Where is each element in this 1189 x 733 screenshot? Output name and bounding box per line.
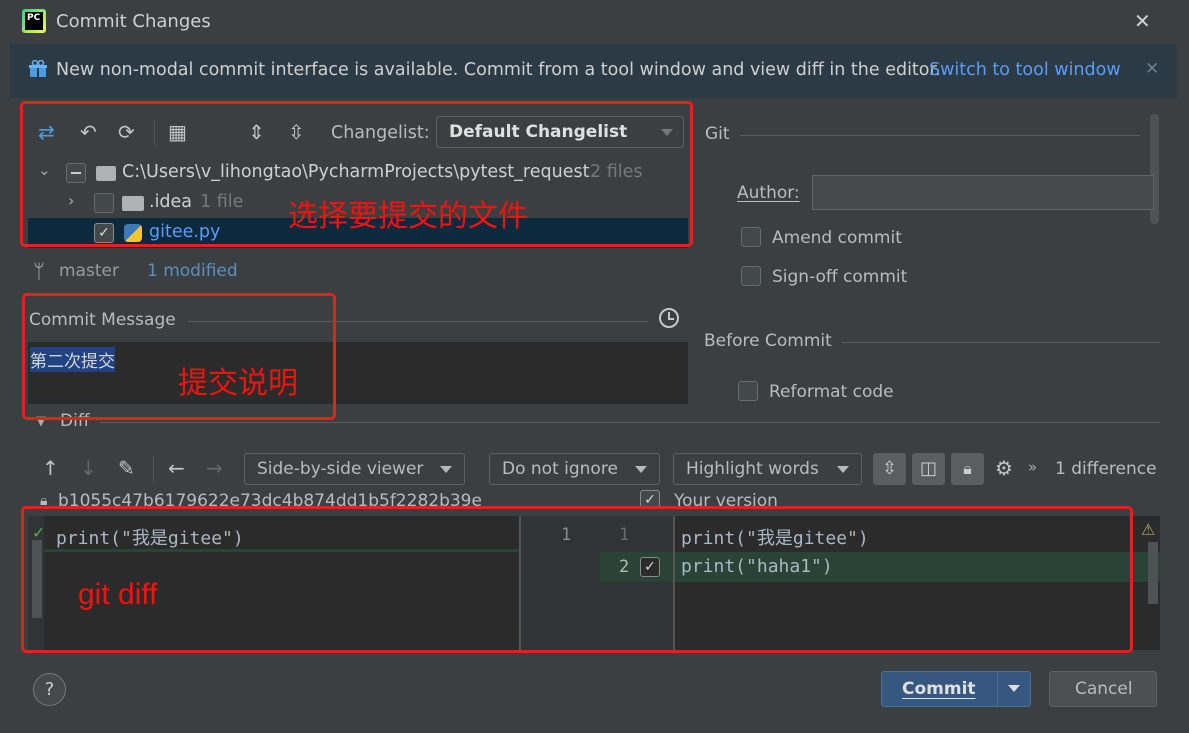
gear-icon[interactable]: ⚙ xyxy=(995,456,1013,480)
banner-close-icon[interactable]: ✕ xyxy=(1145,59,1159,79)
right-scrollbar-diff[interactable] xyxy=(1148,542,1158,604)
reformat-checkbox[interactable] xyxy=(738,381,758,401)
more-icon[interactable]: » xyxy=(1028,458,1037,476)
annotation-select-files: 选择要提交的文件 xyxy=(288,199,528,234)
signoff-label[interactable]: Sign-off commit xyxy=(772,267,907,287)
highlight-select[interactable]: Highlight words xyxy=(673,453,862,485)
collapse-unchanged-icon[interactable]: ⇳ xyxy=(873,453,906,485)
cancel-button[interactable]: Cancel xyxy=(1049,671,1157,707)
close-icon[interactable]: ✕ xyxy=(1134,9,1151,33)
help-button[interactable]: ? xyxy=(33,673,66,706)
branch-name: master xyxy=(59,261,119,281)
switch-to-tool-window-link[interactable]: Switch to tool window xyxy=(929,60,1121,80)
annotation-box-diff xyxy=(21,506,1133,653)
banner-text: New non-modal commit interface is availa… xyxy=(56,60,941,80)
lock-icon[interactable]: 🔒︎ xyxy=(951,453,984,485)
history-icon[interactable] xyxy=(659,308,679,328)
signoff-checkbox[interactable] xyxy=(741,266,761,286)
commit-button-label: Commit xyxy=(902,679,976,699)
annotation-commit-desc: 提交说明 xyxy=(178,366,298,401)
commit-button[interactable]: Commit xyxy=(881,671,1031,707)
prev-file-icon[interactable]: ← xyxy=(168,456,185,480)
ignore-select[interactable]: Do not ignore xyxy=(489,453,660,485)
commit-options-chevron-icon[interactable] xyxy=(1008,685,1020,692)
edit-source-icon[interactable]: ✎ xyxy=(118,456,135,480)
cancel-button-label: Cancel xyxy=(1075,679,1133,699)
annotation-git-diff: git diff xyxy=(78,578,158,611)
reformat-label[interactable]: Reformat code xyxy=(769,382,894,402)
author-field[interactable] xyxy=(812,175,1154,210)
amend-checkbox[interactable] xyxy=(741,227,761,247)
branch-icon: ᛘ xyxy=(33,259,45,283)
modified-link[interactable]: 1 modified xyxy=(147,261,238,281)
before-commit-label: Before Commit xyxy=(704,331,832,351)
next-diff-icon[interactable]: ↓ xyxy=(80,456,97,480)
next-file-icon[interactable]: → xyxy=(206,456,223,480)
prev-diff-icon[interactable]: ↑ xyxy=(42,456,59,480)
warning-icon: ⚠ xyxy=(1141,520,1156,539)
sync-scroll-icon[interactable]: ◫ xyxy=(912,453,945,485)
viewer-select[interactable]: Side-by-side viewer xyxy=(244,453,465,485)
difference-count: 1 difference xyxy=(1055,459,1157,479)
window-title: Commit Changes xyxy=(56,11,211,32)
amend-label[interactable]: Amend commit xyxy=(772,228,902,248)
app-icon: PC xyxy=(22,9,46,33)
author-label: Author: xyxy=(737,183,800,203)
git-section-label: Git xyxy=(705,124,730,144)
gift-icon xyxy=(29,59,47,78)
